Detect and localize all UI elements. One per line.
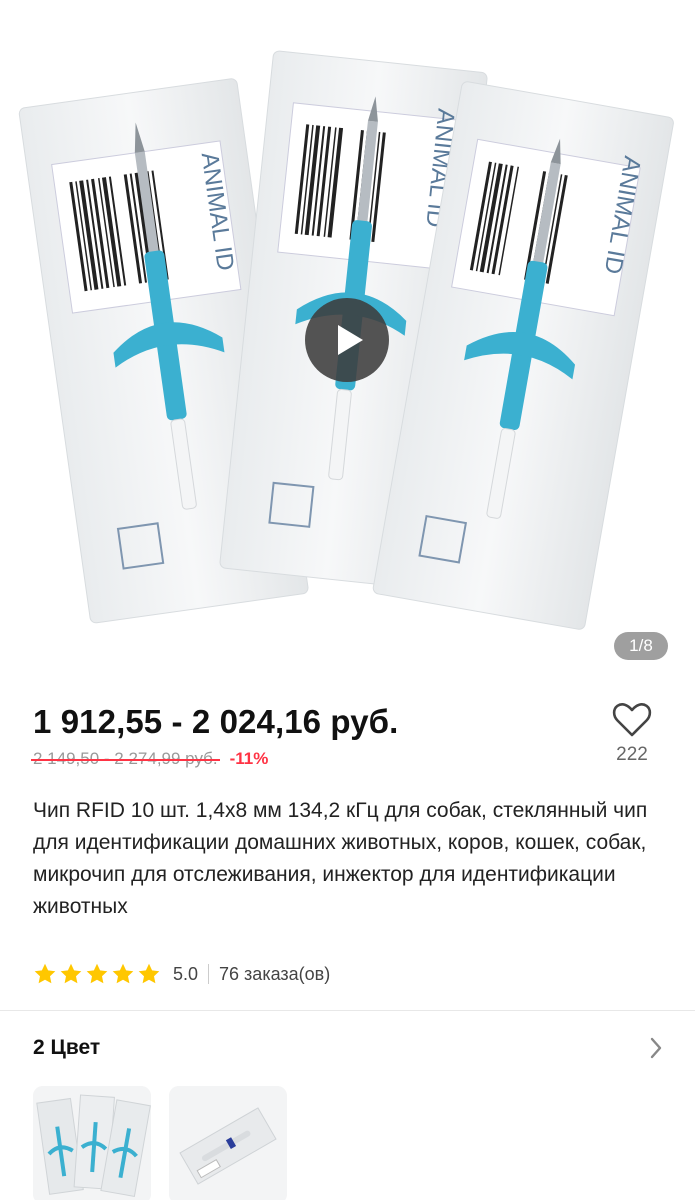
rating-value: 5.0 bbox=[173, 963, 199, 984]
star-icon bbox=[60, 963, 82, 984]
star-icon bbox=[34, 963, 56, 984]
rating-stars bbox=[33, 962, 161, 986]
color-thumbnail bbox=[33, 1086, 151, 1200]
wishlist-count: 222 bbox=[616, 744, 648, 765]
old-price: 2 149,50 - 2 274,99 руб. bbox=[31, 749, 220, 768]
color-section-heading: 2 Цвет bbox=[33, 1036, 101, 1059]
star-icon bbox=[112, 963, 134, 984]
wishlist-button[interactable]: 222 bbox=[606, 702, 658, 766]
heart-icon bbox=[612, 703, 652, 737]
color-option-single-syringe[interactable] bbox=[169, 1086, 287, 1200]
product-image-gallery[interactable]: ANIMAL ID ANIMAL ID ANIMAL ID 1/8 bbox=[0, 0, 695, 680]
color-thumbnail bbox=[169, 1086, 287, 1200]
orders-count: 76 заказа(ов) bbox=[219, 963, 331, 984]
section-divider bbox=[0, 1010, 695, 1011]
old-price-row: 2 149,50 - 2 274,99 руб. -11% bbox=[31, 749, 269, 769]
play-icon bbox=[338, 325, 363, 355]
rating-row[interactable]: 5.0 76 заказа(ов) bbox=[33, 960, 330, 988]
chevron-right-icon[interactable] bbox=[648, 1036, 664, 1065]
gallery-page-indicator: 1/8 bbox=[614, 632, 668, 660]
divider bbox=[208, 964, 210, 984]
discount-badge: -11% bbox=[229, 749, 269, 768]
play-video-button[interactable] bbox=[305, 298, 389, 382]
product-title: Чип RFID 10 шт. 1,4x8 мм 134,2 кГц для с… bbox=[33, 799, 648, 918]
star-icon bbox=[138, 963, 160, 984]
current-price: 1 912,55 - 2 024,16 руб. bbox=[33, 703, 399, 740]
color-options bbox=[33, 1086, 287, 1200]
star-icon bbox=[86, 963, 108, 984]
color-option-three-syringes[interactable] bbox=[33, 1086, 151, 1200]
